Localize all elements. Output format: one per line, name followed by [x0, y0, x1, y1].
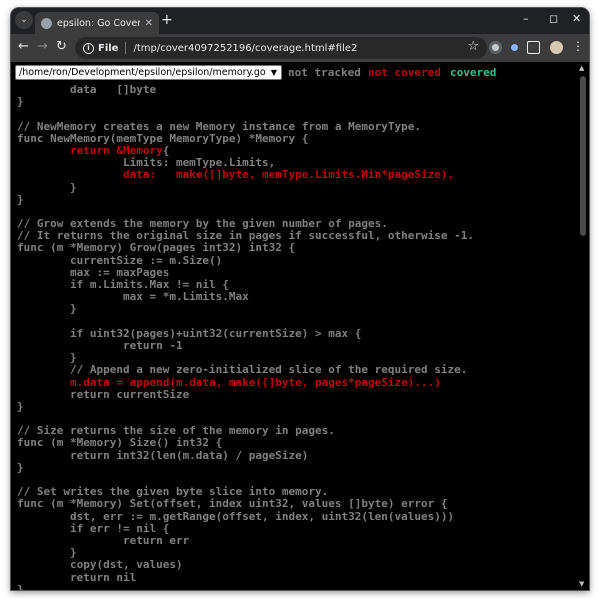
- window-close-button[interactable]: ✕: [572, 12, 581, 25]
- minimize-button[interactable]: –: [523, 12, 529, 25]
- code-segment-not-tracked: Limits: memType.Limits,: [17, 156, 276, 170]
- browser-window: ⌄ epsilon: Go Coverage Re ✕ + – ◻ ✕ ← → …: [11, 8, 589, 590]
- code-line: return int32(len(m.data) / pageSize): [17, 448, 577, 462]
- reload-button[interactable]: ↻: [56, 39, 67, 54]
- code-segment-not-tracked: }: [17, 546, 77, 560]
- code-line: return nil: [17, 570, 577, 584]
- code-segment-not-tracked: max := maxPages: [17, 265, 170, 279]
- code-segment-not-tracked: return currentSize: [17, 387, 190, 401]
- extension-icon[interactable]: [489, 41, 502, 54]
- maximize-button[interactable]: ◻: [549, 12, 558, 25]
- browser-toolbar: ← → ↻ i File /tmp/cover4097252196/covera…: [11, 34, 589, 62]
- code-line: max = *m.Limits.Max: [17, 291, 577, 303]
- legend-not-tracked: not tracked: [288, 66, 361, 79]
- code-segment-not-tracked: [17, 376, 70, 389]
- code-line: }: [17, 399, 577, 413]
- code-segment-not-tracked: func (m *Memory) Size() int32 {: [17, 436, 223, 450]
- globe-icon: [41, 17, 52, 29]
- code-segment-not-covered: data: make([]byte, memType.Limits.Min*pa…: [122, 168, 455, 182]
- code-segment-not-tracked: // Append a new zero-initialized slice o…: [17, 363, 468, 377]
- code-segment-not-tracked: // Size returns the size of the memory i…: [17, 424, 335, 438]
- code-segment-not-tracked: }: [17, 180, 77, 194]
- code-segment-not-tracked: }: [17, 460, 24, 474]
- code-segment-not-tracked: // It returns the original size in pages…: [17, 229, 474, 243]
- scrollbar[interactable]: ▲ ▼: [577, 62, 589, 590]
- code-segment-not-tracked: }: [17, 95, 24, 109]
- code-line: }: [17, 180, 577, 194]
- code-segment-not-tracked: return nil: [17, 570, 137, 584]
- puzzle-icon[interactable]: [527, 41, 540, 54]
- code-line: return err: [17, 533, 577, 547]
- address-separator: [125, 42, 127, 54]
- code-line: return currentSize: [17, 387, 577, 401]
- code-segment-not-tracked: if m.Limits.Max != nil {: [17, 278, 229, 291]
- code-segment-not-tracked: if uint32(pages)+uint32(currentSize) > m…: [17, 326, 362, 340]
- avatar[interactable]: [550, 41, 563, 54]
- code-line: }: [17, 460, 577, 474]
- tab-title: epsilon: Go Coverage Re: [57, 17, 140, 29]
- code-segment-not-tracked: if err != nil {: [17, 521, 170, 535]
- code-segment-not-tracked: dst, err := m.getRange(offset, index, ui…: [17, 509, 455, 523]
- code-segment-not-tracked: return int32(len(m.data) / pageSize): [17, 448, 309, 462]
- code-line: data []byte: [17, 83, 577, 96]
- tab-search-button[interactable]: ⌄: [15, 11, 33, 29]
- code-segment-not-tracked: max = *m.Limits.Max: [17, 290, 249, 304]
- address-bar[interactable]: i File /tmp/cover4097252196/coverage.htm…: [75, 37, 487, 59]
- scroll-down-icon[interactable]: ▼: [579, 580, 584, 588]
- code-segment-not-tracked: // Set writes the given byte slice into …: [17, 485, 329, 499]
- code-segment-not-covered: return &Memory: [69, 143, 163, 157]
- code-segment-not-tracked: func (m *Memory) Set(offset, index uint3…: [17, 497, 448, 511]
- bookmark-star-icon[interactable]: ☆: [467, 39, 479, 54]
- code-line: data: make([]byte, memType.Limits.Min*pa…: [17, 169, 577, 181]
- scrollbar-thumb[interactable]: [580, 76, 586, 236]
- chevron-down-icon: ▼: [270, 68, 277, 77]
- scheme-label: File: [98, 42, 119, 54]
- scroll-up-icon[interactable]: ▲: [579, 64, 584, 72]
- code-segment-not-tracked: [17, 144, 70, 157]
- code-line: }: [17, 96, 577, 108]
- tab-coverage[interactable]: epsilon: Go Coverage Re ✕: [35, 12, 159, 34]
- code-segment-not-tracked: // Grow extends the memory by the given …: [17, 217, 388, 231]
- code-segment-not-tracked: }: [17, 302, 77, 316]
- code-line: }: [17, 192, 577, 206]
- code-segment-not-tracked: {: [162, 143, 170, 157]
- code-segment-not-tracked: func NewMemory(memType MemoryType) *Memo…: [17, 131, 309, 145]
- code-segment-not-tracked: // NewMemory creates a new Memory instan…: [17, 119, 421, 133]
- close-icon[interactable]: ✕: [145, 18, 153, 29]
- code-segment-not-tracked: copy(dst, values): [17, 558, 183, 572]
- legend-not-covered: not covered: [368, 66, 441, 79]
- code-segment-not-tracked: }: [17, 351, 77, 365]
- coverage-topbar: /home/ron/Development/epsilon/epsilon/me…: [11, 62, 577, 91]
- extension-icon-2[interactable]: [508, 41, 521, 54]
- info-icon[interactable]: i: [83, 42, 94, 54]
- coverage-page: /home/ron/Development/epsilon/epsilon/me…: [11, 62, 589, 590]
- new-tab-button[interactable]: +: [161, 12, 173, 28]
- tab-bar: ⌄ epsilon: Go Coverage Re ✕ + – ◻ ✕: [11, 8, 589, 34]
- code-line: }: [17, 582, 577, 590]
- legend-covered: covered: [450, 66, 497, 79]
- code-segment-not-tracked: func (m *Memory) Grow(pages int32) int32…: [17, 241, 296, 255]
- code-segment-not-tracked: }: [17, 399, 24, 413]
- code-segment-not-covered: m.data = append(m.data, make([]byte, pag…: [69, 375, 441, 389]
- code-segment-not-tracked: return err: [17, 533, 190, 547]
- code-line: return -1: [17, 338, 577, 352]
- code-segment-not-tracked: }: [17, 582, 24, 590]
- code-segment-not-tracked: return -1: [17, 338, 183, 352]
- code-segment-not-tracked: currentSize := m.Size(): [17, 253, 223, 267]
- forward-button[interactable]: →: [37, 39, 48, 54]
- file-select[interactable]: /home/ron/Development/epsilon/epsilon/me…: [15, 65, 282, 91]
- code-segment-not-tracked: [17, 168, 123, 181]
- menu-icon[interactable]: ⋮: [572, 39, 584, 53]
- source-code: data []byte} // NewMemory creates a new M…: [17, 83, 577, 590]
- code-line: }: [17, 303, 577, 315]
- code-segment-not-tracked: }: [17, 192, 24, 206]
- back-button[interactable]: ←: [18, 39, 29, 54]
- url-text[interactable]: /tmp/cover4097252196/coverage.html#file2: [133, 43, 357, 54]
